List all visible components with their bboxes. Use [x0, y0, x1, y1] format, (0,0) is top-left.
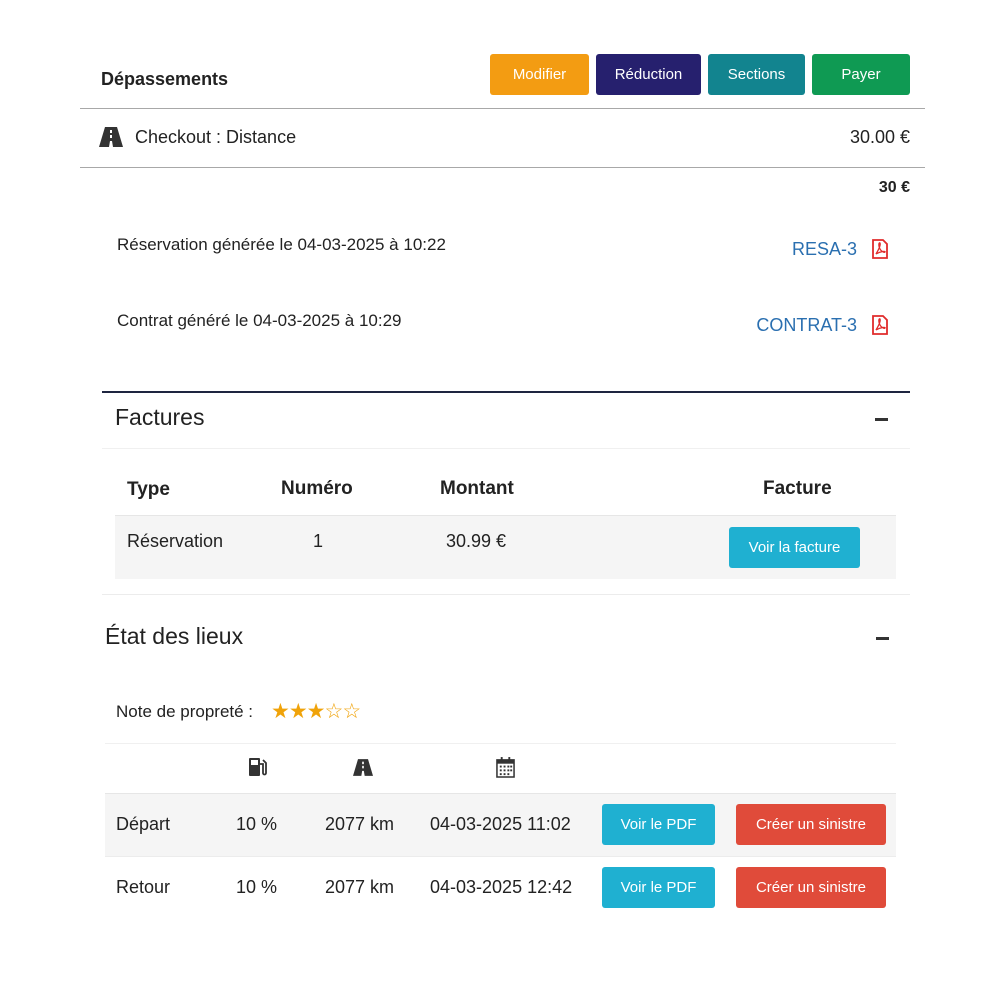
voir-facture-button[interactable]: Voir la facture	[729, 527, 860, 568]
collapse-etat-des-lieux-icon[interactable]	[876, 637, 889, 640]
payer-button[interactable]: Payer	[812, 54, 910, 95]
overage-total: 30 €	[878, 179, 910, 196]
overage-label: Checkout : Distance	[135, 127, 297, 147]
calendar-icon	[496, 757, 515, 778]
star-empty-icon: ☆	[342, 700, 361, 723]
fuel-icon	[249, 758, 267, 776]
star-filled-icon: ★	[306, 700, 326, 723]
road-icon	[99, 127, 123, 147]
etat-header-divider	[105, 743, 896, 744]
star-filled-icon: ★	[271, 700, 290, 723]
reservation-generated-text: Réservation générée le 04-03-2025 à 10:2…	[117, 235, 446, 254]
etat-row-date: 04-03-2025 11:02	[430, 814, 571, 834]
etat-row-date: 04-03-2025 12:42	[430, 877, 573, 897]
etat-row-fuel: 10 %	[236, 877, 278, 897]
column-header-type: Type	[127, 479, 170, 500]
etat-row-label: Départ	[116, 814, 171, 834]
road-icon	[353, 759, 373, 776]
facture-type: Réservation	[127, 531, 224, 551]
voir-pdf-button[interactable]: Voir le PDF	[602, 867, 715, 908]
facture-numero: 1	[313, 531, 324, 551]
star-filled-icon: ★	[288, 700, 308, 723]
header-divider	[80, 108, 925, 109]
sections-button[interactable]: Sections	[708, 54, 805, 95]
factures-panel-border	[102, 391, 910, 393]
resa-link[interactable]: RESA-3	[792, 239, 857, 260]
section-title: Dépassements	[101, 69, 229, 89]
factures-title: Factures	[115, 404, 205, 430]
column-header-numero: Numéro	[281, 478, 353, 499]
column-header-facture: Facture	[763, 478, 832, 499]
etat-row-fuel: 10 %	[236, 814, 278, 834]
star-empty-icon: ☆	[324, 700, 343, 723]
etat-row-label: Retour	[116, 877, 171, 897]
row-divider	[105, 856, 896, 857]
file-pdf-icon[interactable]	[871, 315, 889, 335]
overage-amount: 30.00 €	[849, 127, 910, 147]
voir-pdf-button[interactable]: Voir le PDF	[602, 804, 715, 845]
modifier-button[interactable]: Modifier	[490, 54, 589, 95]
creer-sinistre-button[interactable]: Créer un sinistre	[736, 867, 886, 908]
factures-bottom-divider	[102, 594, 910, 595]
overage-divider	[80, 167, 925, 168]
etat-row-km: 2077 km	[325, 814, 395, 834]
proprete-label: Note de propreté :	[116, 702, 254, 721]
file-pdf-icon[interactable]	[871, 239, 889, 259]
etat-row-km: 2077 km	[325, 877, 395, 897]
contrat-link[interactable]: CONTRAT-3	[756, 315, 857, 336]
factures-header-divider	[102, 448, 910, 449]
collapse-factures-icon[interactable]	[875, 418, 888, 421]
proprete-rating: ★★★☆☆	[271, 699, 361, 724]
etat-des-lieux-title: État des lieux	[105, 623, 244, 649]
column-header-montant: Montant	[440, 478, 514, 499]
reduction-button[interactable]: Réduction	[596, 54, 701, 95]
creer-sinistre-button[interactable]: Créer un sinistre	[736, 804, 886, 845]
facture-montant: 30.99 €	[446, 531, 507, 551]
contrat-generated-text: Contrat généré le 04-03-2025 à 10:29	[117, 311, 402, 330]
